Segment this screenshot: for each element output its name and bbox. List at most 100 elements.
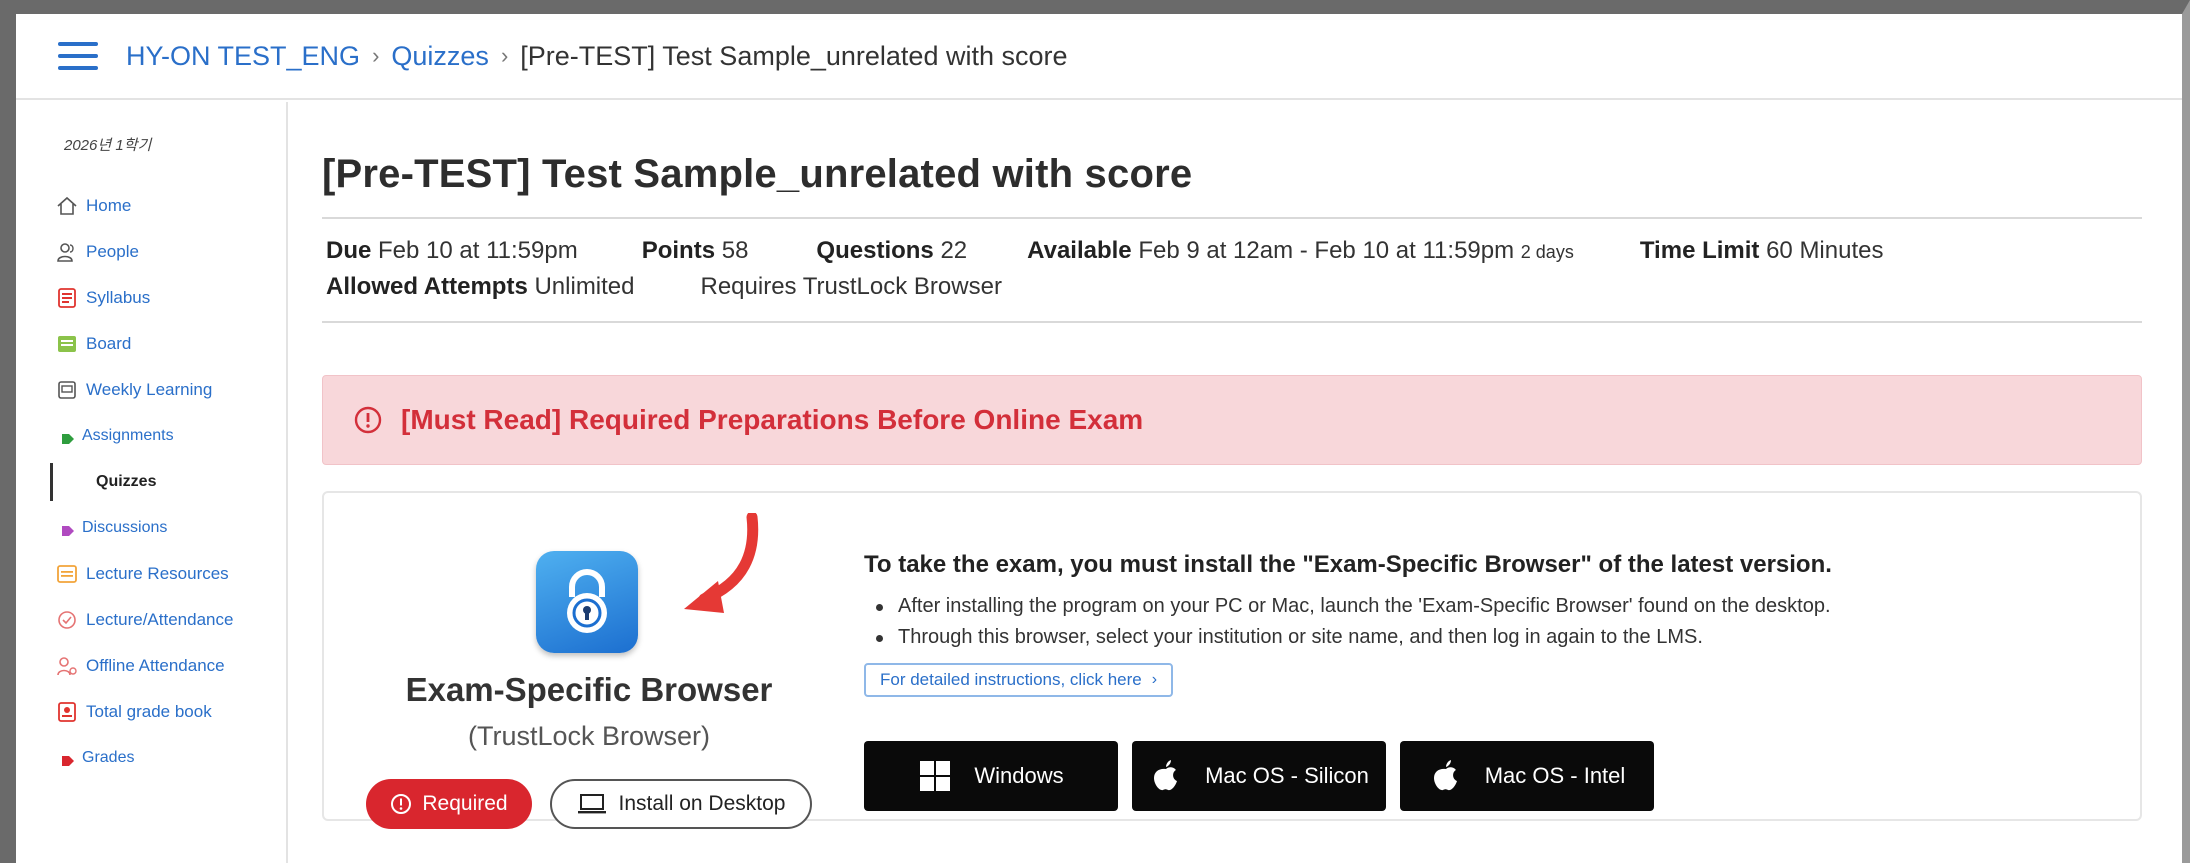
available-value: Feb 9 at 12am - Feb 10 at 11:59pm [1138, 237, 1515, 264]
sidebar-item-offline-attendance[interactable]: Offline Attendance [16, 643, 286, 689]
questions-value: 22 [940, 237, 968, 264]
points-value: 58 [721, 237, 749, 264]
triangle-icon [62, 523, 74, 536]
breadcrumb-current: [Pre-TEST] Test Sample_unrelated with sc… [520, 40, 1068, 71]
points-label: Points [641, 237, 716, 264]
hamburger-menu-icon[interactable] [58, 42, 98, 70]
windows-download-button[interactable]: Windows [864, 741, 1118, 811]
apple-icon [1149, 759, 1183, 793]
chevron-right-icon: › [1151, 671, 1158, 688]
available-label: Available [1027, 237, 1132, 264]
windows-icon [918, 759, 952, 793]
alert-text: [Must Read] Required Preparations Before… [401, 404, 1144, 435]
sidebar-item-label: Board [86, 334, 132, 353]
sidebar-item-lecture-attendance[interactable]: Lecture/Attendance [16, 597, 286, 643]
install-instructions: To take the exam, you must install the "… [864, 551, 2120, 811]
sidebar-item-label: Total grade book [86, 702, 212, 721]
available-days: 2 days [1520, 242, 1574, 262]
install-on-desktop-button[interactable]: Install on Desktop [550, 779, 812, 829]
sidebar-item-label: Lecture/Attendance [86, 610, 234, 629]
trustlock-app-icon [536, 551, 638, 653]
page-title: [Pre-TEST] Test Sample_unrelated with sc… [322, 152, 1193, 196]
time-limit-value: 60 Minutes [1766, 237, 1884, 264]
sidebar-item-label: Lecture Resources [86, 564, 229, 583]
os-button-label: Windows [974, 763, 1064, 788]
term-label: 2026년 1학기 [64, 137, 152, 154]
weekly-learning-icon [56, 379, 78, 401]
list-item: After installing the program on your PC … [864, 595, 2120, 618]
attempts-label: Allowed Attempts [326, 273, 528, 300]
must-read-alert[interactable]: [Must Read] Required Preparations Before… [322, 375, 2142, 465]
sidebar-item-label: Offline Attendance [86, 656, 225, 675]
os-button-label: Mac OS - Intel [1484, 763, 1626, 788]
detailed-instructions-link[interactable]: For detailed instructions, click here › [864, 663, 1174, 697]
app-window: HY-ON TEST_ENG › Quizzes › [Pre-TEST] Te… [0, 0, 2190, 863]
sidebar-item-label: Home [86, 196, 132, 215]
os-download-buttons: Windows Mac OS - Silicon Mac OS - Intel [864, 741, 2120, 811]
sidebar-item-label: Syllabus [86, 288, 151, 307]
sidebar-item-quizzes[interactable]: Quizzes [16, 459, 286, 505]
sidebar-item-label: Assignments [82, 427, 174, 444]
due-value: Feb 10 at 11:59pm [378, 237, 578, 264]
quiz-details-row: Allowed Attempts Unlimited Requires Trus… [326, 273, 2142, 301]
course-sidebar: 2026년 1학기 Home People Syllabus Board Wee… [16, 102, 288, 863]
sidebar-item-assignments[interactable]: Assignments [16, 413, 286, 459]
house-icon [56, 195, 78, 217]
instructions-heading: To take the exam, you must install the "… [864, 551, 1832, 578]
sidebar-item-people[interactable]: People [16, 229, 286, 275]
sidebar-item-label: People [86, 242, 139, 261]
sidebar-item-weekly-learning[interactable]: Weekly Learning [16, 367, 286, 413]
alert-circle-icon [390, 793, 412, 815]
breadcrumb-quizzes-link[interactable]: Quizzes [391, 41, 489, 72]
sidebar-item-syllabus[interactable]: Syllabus [16, 275, 286, 321]
sidebar-item-total-grade-book[interactable]: Total grade book [16, 689, 286, 735]
sidebar-item-label: Grades [82, 749, 135, 766]
top-bar: HY-ON TEST_ENG › Quizzes › [Pre-TEST] Te… [16, 14, 2182, 100]
offline-attendance-icon [56, 655, 78, 677]
time-limit-label: Time Limit [1639, 237, 1760, 264]
sidebar-item-lecture-resources[interactable]: Lecture Resources [16, 551, 286, 597]
people-icon [56, 241, 78, 263]
detail-link-label: For detailed instructions, click here [880, 670, 1142, 689]
browser-subname: (TrustLock Browser) [467, 721, 711, 751]
os-button-label: Mac OS - Silicon [1205, 763, 1369, 788]
main-content: [Pre-TEST] Test Sample_unrelated with sc… [322, 102, 2142, 863]
triangle-icon [62, 431, 74, 444]
breadcrumb-separator-icon: › [500, 43, 509, 68]
requires-browser-text: Requires TrustLock Browser [700, 273, 1002, 300]
sidebar-item-label: Weekly Learning [86, 380, 213, 399]
required-button[interactable]: Required [366, 779, 532, 829]
sidebar-item-board[interactable]: Board [16, 321, 286, 367]
laptop-icon [577, 793, 607, 815]
sidebar-item-label: Quizzes [96, 473, 157, 490]
breadcrumb: HY-ON TEST_ENG › Quizzes › [Pre-TEST] Te… [126, 41, 1068, 72]
sidebar-item-grades[interactable]: Grades [16, 735, 286, 781]
sidebar-item-discussions[interactable]: Discussions [16, 505, 286, 551]
list-item: Through this browser, select your instit… [864, 626, 2120, 649]
required-label: Required [422, 792, 508, 815]
apple-icon [1429, 759, 1463, 793]
instructions-list: After installing the program on your PC … [864, 595, 2120, 649]
resources-icon [56, 563, 78, 585]
quiz-details: Due Feb 10 at 11:59pm Points 58 Question… [322, 217, 2142, 323]
mac-silicon-download-button[interactable]: Mac OS - Silicon [1132, 741, 1386, 811]
sidebar-item-home[interactable]: Home [16, 183, 286, 229]
syllabus-icon [56, 287, 78, 309]
gradebook-icon [56, 701, 78, 723]
attendance-icon [56, 609, 78, 631]
questions-label: Questions [816, 237, 934, 264]
install-label: Install on Desktop [618, 792, 786, 815]
browser-install-card: Exam-Specific Browser (TrustLock Browser… [322, 491, 2142, 829]
alert-circle-icon [353, 405, 383, 435]
browser-name: Exam-Specific Browser [405, 671, 773, 708]
red-arrow-icon [664, 511, 774, 623]
mac-intel-download-button[interactable]: Mac OS - Intel [1400, 741, 1654, 811]
due-label: Due [326, 237, 372, 264]
sidebar-item-label: Discussions [82, 519, 168, 536]
board-icon [56, 333, 78, 355]
breadcrumb-course-link[interactable]: HY-ON TEST_ENG [126, 41, 360, 72]
quiz-details-row: Due Feb 10 at 11:59pm Points 58 Question… [326, 237, 2142, 265]
breadcrumb-separator-icon: › [372, 43, 380, 68]
triangle-icon [62, 753, 74, 766]
attempts-value: Unlimited [534, 273, 635, 300]
